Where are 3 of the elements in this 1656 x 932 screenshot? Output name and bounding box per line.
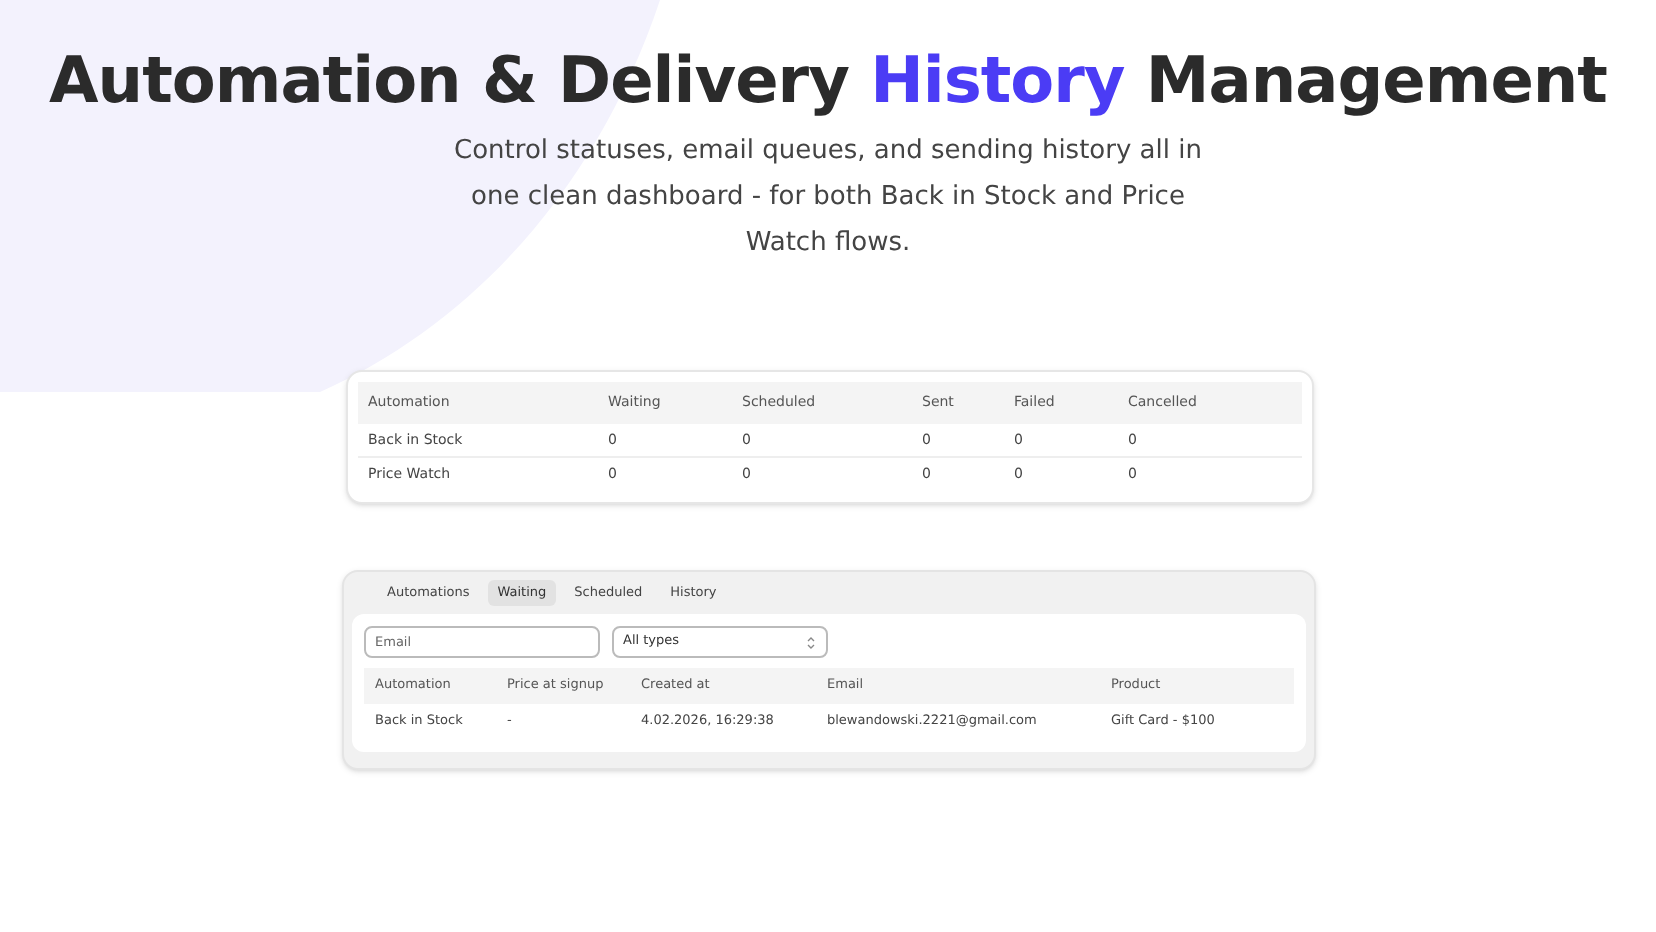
page-title: Automation & Delivery History Management xyxy=(49,40,1607,120)
chevron-up-down-icon xyxy=(805,635,815,649)
page-subtitle: Control statuses, email queues, and sending history all in one clean dashboard - for both Back in Stock and Price Watch flows. xyxy=(452,134,1204,262)
